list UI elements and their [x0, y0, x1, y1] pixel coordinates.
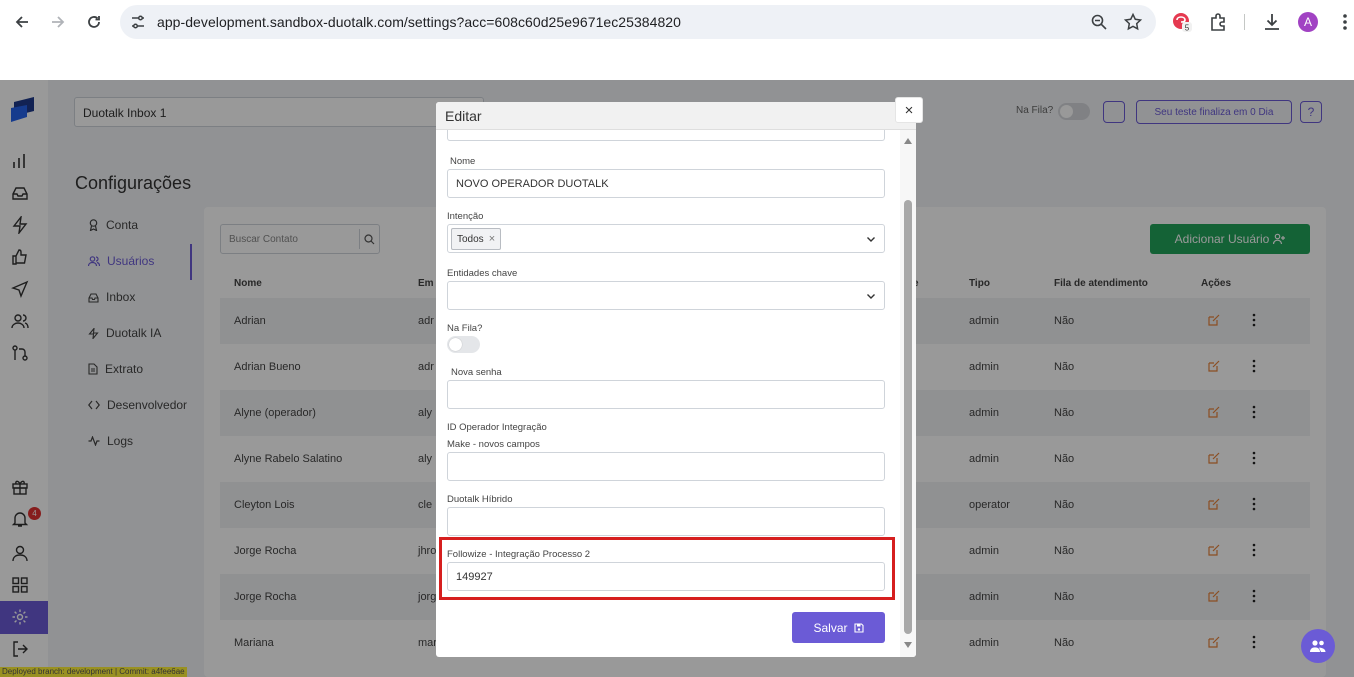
intent-label: Intenção [447, 211, 484, 222]
hybrid-field[interactable] [447, 507, 885, 536]
name-label: Nome [450, 156, 476, 167]
browser-toolbar: app-development.sandbox-duotalk.com/sett… [0, 0, 1354, 44]
intent-chip-label: Todos [457, 233, 484, 245]
queue-toggle[interactable] [447, 336, 480, 353]
modal-header: Editar [436, 102, 916, 130]
url-text[interactable]: app-development.sandbox-duotalk.com/sett… [157, 14, 681, 30]
entities-select[interactable] [447, 281, 885, 310]
zoom-icon[interactable] [1090, 13, 1108, 31]
browser-blank-strip [0, 44, 1354, 80]
integration-section-title: ID Operador Integração [447, 422, 547, 433]
forward-icon[interactable] [46, 10, 70, 34]
chevron-down-icon[interactable] [866, 234, 876, 244]
name-value: NOVO OPERADOR DUOTALK [456, 178, 609, 190]
scroll-thumb[interactable] [904, 200, 912, 634]
save-icon [853, 622, 864, 633]
team-chat-fab[interactable] [1301, 629, 1335, 663]
scroll-down-arrow[interactable] [904, 642, 912, 648]
chrome-menu-icon[interactable] [1334, 11, 1354, 33]
team-icon [1310, 640, 1326, 652]
hybrid-label: Duotalk Híbrido [447, 494, 513, 505]
profile-avatar[interactable]: A [1298, 12, 1318, 32]
close-modal-button[interactable]: × [895, 97, 923, 123]
extension-duotalk-icon[interactable]: 5 [1171, 11, 1193, 33]
back-icon[interactable] [10, 10, 34, 34]
scrolled-field-edge[interactable] [447, 130, 885, 141]
intent-select[interactable]: Todos × [447, 224, 885, 253]
password-field[interactable] [447, 380, 885, 409]
extensions-puzzle-icon[interactable] [1208, 11, 1230, 33]
queue-label: Na Fila? [447, 323, 483, 334]
extension-badge: 5 [1185, 24, 1190, 33]
highlight-annotation [439, 537, 895, 600]
save-label: Salvar [813, 620, 848, 635]
modal-body: Nome NOVO OPERADOR DUOTALK Intenção Todo… [436, 130, 900, 657]
modal-scrollbar[interactable] [900, 130, 916, 657]
site-settings-icon[interactable] [129, 13, 147, 31]
reload-icon[interactable] [82, 10, 106, 34]
chevron-down-icon[interactable] [866, 291, 876, 301]
modal-title: Editar [445, 108, 482, 124]
name-field[interactable]: NOVO OPERADOR DUOTALK [447, 169, 885, 198]
make-field[interactable] [447, 452, 885, 481]
save-button[interactable]: Salvar [792, 612, 885, 643]
toolbar-separator [1244, 14, 1245, 30]
address-bar[interactable]: app-development.sandbox-duotalk.com/sett… [120, 5, 1156, 39]
make-label: Make - novos campos [447, 439, 540, 450]
remove-chip-icon[interactable]: × [489, 233, 495, 245]
edit-user-modal: Editar Nome NOVO OPERADOR DUOTALK Intenç… [436, 102, 916, 657]
intent-chip[interactable]: Todos × [451, 228, 502, 250]
download-icon[interactable] [1261, 11, 1283, 33]
scroll-up-arrow[interactable] [904, 138, 912, 144]
close-icon: × [904, 101, 914, 119]
password-label: Nova senha [451, 367, 502, 378]
bookmark-star-icon[interactable] [1123, 12, 1143, 32]
entities-label: Entidades chave [447, 268, 518, 279]
